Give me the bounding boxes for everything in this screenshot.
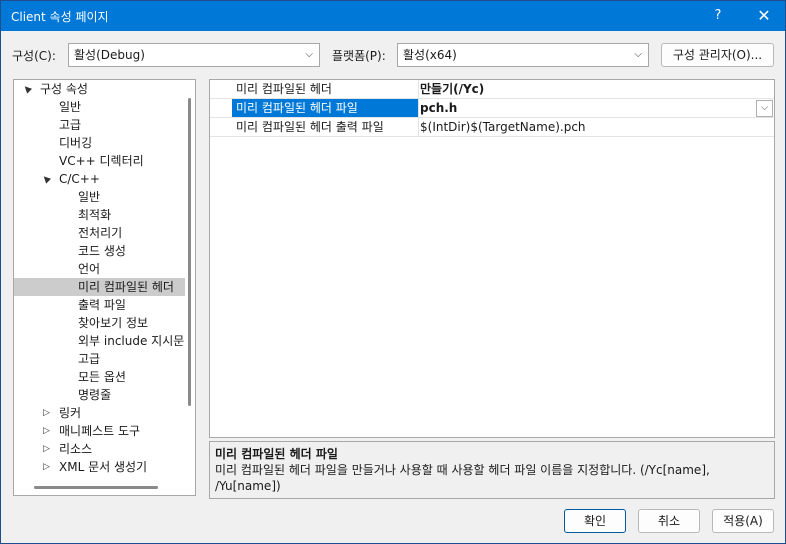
close-icon[interactable]: ✕ [749, 1, 779, 31]
tree-item-label: 고급 [78, 352, 101, 366]
tree-item-label: 미리 컴파일된 헤더 [78, 280, 174, 294]
tree-item[interactable]: VC++ 디렉터리 [14, 152, 185, 170]
collapse-arrow-icon[interactable]: ▷ [43, 458, 50, 476]
config-manager-button[interactable]: 구성 관리자(O)... [661, 43, 774, 67]
tree-item[interactable]: 고급 [14, 116, 185, 134]
chevron-down-icon[interactable]: ⌵ [756, 100, 773, 117]
property-row[interactable]: 미리 컴파일된 헤더 출력 파일 $(IntDir)$(TargetName).p… [210, 118, 774, 137]
tree-item-label: 코드 생성 [78, 244, 126, 258]
tree-item[interactable]: ▲ C/C++ [14, 170, 185, 188]
tree-item[interactable]: 외부 include 지시문 [14, 332, 185, 350]
config-label: 구성(C): [12, 49, 56, 63]
tree-item[interactable]: 코드 생성 [14, 242, 185, 260]
tree-item-label: C/C++ [59, 172, 100, 186]
chevron-down-icon: ⌵ [305, 49, 313, 60]
tree-item[interactable]: 전처리기 [14, 224, 185, 242]
tree-item-label: 명령줄 [78, 388, 112, 402]
tree-item[interactable]: ▲ 구성 속성 [14, 80, 185, 98]
collapse-arrow-icon[interactable]: ▷ [43, 422, 50, 440]
tree-item[interactable]: 일반 [14, 98, 185, 116]
tree-item-label: 리소스 [59, 442, 93, 456]
tree-item-label: 최적화 [78, 208, 112, 222]
window-title: Client 속성 페이지 [11, 10, 109, 24]
tree-item[interactable]: 일반 [14, 188, 185, 206]
property-value[interactable]: $(IntDir)$(TargetName).pch [420, 118, 586, 136]
tree-vertical-scrollbar[interactable] [188, 98, 191, 406]
apply-button[interactable]: 적용(A) [712, 509, 774, 533]
property-name[interactable]: 미리 컴파일된 헤더 [232, 80, 418, 98]
tree-item[interactable]: ▷ 매니페스트 도구 [14, 422, 185, 440]
property-value[interactable]: 만들기(/Yc) [420, 80, 484, 98]
tree-item[interactable]: 디버깅 [14, 134, 185, 152]
tree-item[interactable]: 고급 [14, 350, 185, 368]
cancel-button[interactable]: 취소 [638, 509, 700, 533]
description-panel: 미리 컴파일된 헤더 파일 미리 컴파일된 헤더 파일을 만들거나 사용할 때 … [209, 441, 775, 499]
tree-item[interactable]: 최적화 [14, 206, 185, 224]
tree-item-label: 외부 include 지시문 [78, 334, 185, 348]
description-title: 미리 컴파일된 헤더 파일 [215, 447, 338, 461]
tree-item-label: 매니페스트 도구 [59, 424, 141, 438]
tree-item-label: 일반 [59, 100, 82, 114]
property-name[interactable]: 미리 컴파일된 헤더 파일 [232, 99, 418, 117]
tree-item[interactable]: 출력 파일 [14, 296, 185, 314]
tree-item-label: 언어 [78, 262, 101, 276]
property-pages-dialog: Client 속성 페이지 ? ✕ 구성(C): 활성(Debug) ⌵ 플랫폼… [0, 0, 786, 544]
expand-arrow-icon[interactable]: ▲ [19, 80, 37, 98]
property-row[interactable]: 미리 컴파일된 헤더 파일 pch.h ⌵ [210, 99, 774, 118]
config-combo[interactable]: 활성(Debug) ⌵ [68, 43, 320, 67]
tree-item-label: 디버깅 [59, 136, 93, 150]
property-grid[interactable]: 미리 컴파일된 헤더 만들기(/Yc) 미리 컴파일된 헤더 파일 pch.h ⌵ 미리 … [209, 79, 775, 438]
platform-combo[interactable]: 활성(x64) ⌵ [397, 43, 649, 67]
tree-item[interactable]: ▷ 리소스 [14, 440, 185, 458]
tree-item-label: 고급 [59, 118, 82, 132]
tree-item-label: XML 문서 생성기 [59, 460, 148, 474]
description-text: 미리 컴파일된 헤더 파일을 만들거나 사용할 때 사용할 헤더 파일 이름을 … [215, 463, 710, 493]
tree-item-label: 일반 [78, 190, 101, 204]
expand-arrow-icon[interactable]: ▲ [38, 170, 56, 188]
tree-item-label: 구성 속성 [40, 82, 88, 96]
config-combo-value: 활성(Debug) [74, 48, 145, 62]
tree-item[interactable]: ▷ XML 문서 생성기 [14, 458, 185, 476]
ok-button[interactable]: 확인 [564, 509, 626, 533]
platform-label: 플랫폼(P): [332, 49, 386, 63]
tree-item[interactable]: 찾아보기 정보 [14, 314, 185, 332]
tree-item[interactable]: 언어 [14, 260, 185, 278]
tree-item[interactable]: 모든 옵션 [14, 368, 185, 386]
tree-horizontal-scrollbar[interactable] [34, 486, 158, 489]
property-tree[interactable]: ▲ 구성 속성 일반 고급 디버깅 VC++ 디렉터리 ▲ C/C++ 일반 최적화 전처리기 코드 … [13, 79, 196, 496]
tree-item[interactable]: 명령줄 [14, 386, 185, 404]
tree-item-label: 모든 옵션 [78, 370, 126, 384]
collapse-arrow-icon[interactable]: ▷ [43, 440, 50, 458]
property-value[interactable]: pch.h [420, 99, 457, 117]
chevron-down-icon: ⌵ [634, 49, 642, 60]
tree-item[interactable]: 미리 컴파일된 헤더 [14, 278, 185, 296]
tree-item-label: 찾아보기 정보 [78, 316, 149, 330]
tree-item-label: 출력 파일 [78, 298, 126, 312]
tree-item-label: 링커 [59, 406, 82, 420]
tree-item-label: 전처리기 [78, 226, 123, 240]
platform-combo-value: 활성(x64) [403, 48, 457, 62]
title-bar: Client 속성 페이지 ? ✕ [1, 1, 785, 31]
collapse-arrow-icon[interactable]: ▷ [43, 404, 50, 422]
help-icon[interactable]: ? [703, 1, 733, 31]
property-row[interactable]: 미리 컴파일된 헤더 만들기(/Yc) [210, 80, 774, 99]
tree-item-label: VC++ 디렉터리 [59, 154, 144, 168]
tree-item[interactable]: ▷ 링커 [14, 404, 185, 422]
property-name[interactable]: 미리 컴파일된 헤더 출력 파일 [232, 118, 418, 136]
